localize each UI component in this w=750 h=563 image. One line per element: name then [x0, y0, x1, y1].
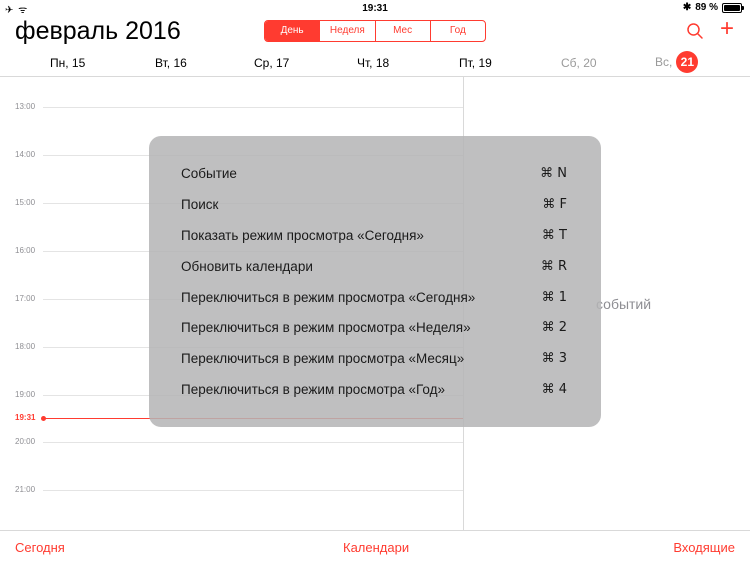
- week-days-row: Пн, 15 Вт, 16 Ср, 17 Чт, 18 Пт, 19 Сб, 2…: [0, 50, 750, 76]
- hour-label: 15:00: [15, 198, 36, 207]
- inbox-button[interactable]: Входящие: [673, 540, 735, 555]
- hour-label: 19:00: [15, 390, 36, 399]
- hour-row: 21:00: [0, 485, 463, 495]
- view-segmented-control: День Неделя Мес Год: [264, 20, 486, 42]
- shortcut-key: ⌘ T: [541, 228, 567, 243]
- hour-label: 20:00: [15, 437, 36, 446]
- shortcut-show-today: Показать режим просмотра «Сегодня» ⌘ T: [181, 228, 567, 248]
- today-button[interactable]: Сегодня: [15, 540, 65, 555]
- day-mon[interactable]: Пн, 15: [50, 56, 85, 70]
- battery-percent: 89 %: [695, 2, 718, 13]
- shortcut-key: ⌘ F: [542, 197, 567, 212]
- shortcut-label: Поиск: [181, 197, 219, 212]
- add-icon[interactable]: +: [720, 17, 734, 41]
- shortcut-label: Показать режим просмотра «Сегодня»: [181, 228, 424, 243]
- day-sun-label: Вс,: [655, 55, 673, 70]
- hour-label: 16:00: [15, 246, 36, 255]
- tab-day[interactable]: День: [265, 21, 320, 41]
- shortcut-key: ⌘ 2: [541, 320, 567, 335]
- shortcut-label: Переключиться в режим просмотра «Сегодня…: [181, 290, 476, 305]
- shortcut-label: Переключиться в режим просмотра «Год»: [181, 382, 446, 397]
- shortcut-month-view: Переключиться в режим просмотра «Месяц» ⌘…: [181, 351, 567, 371]
- shortcut-day-view: Переключиться в режим просмотра «Сегодня…: [181, 290, 567, 310]
- bluetooth-icon: ✱: [682, 2, 692, 13]
- hour-label: 17:00: [15, 294, 36, 303]
- today-badge: 21: [676, 51, 699, 73]
- shortcut-search: Поиск ⌘ F: [181, 197, 567, 217]
- shortcut-key: ⌘ N: [540, 166, 567, 181]
- shortcut-refresh: Обновить календари ⌘ R: [181, 259, 567, 279]
- shortcut-label: Переключиться в режим просмотра «Неделя»: [181, 320, 471, 335]
- status-time: 19:31: [362, 3, 388, 14]
- tab-week[interactable]: Неделя: [319, 21, 374, 41]
- day-tue[interactable]: Вт, 16: [155, 56, 187, 70]
- bottom-toolbar: Сегодня Календари Входящие: [0, 531, 750, 563]
- hour-label: 21:00: [15, 485, 36, 494]
- shortcut-key: ⌘ 4: [541, 382, 567, 397]
- day-thu[interactable]: Чт, 18: [357, 56, 389, 70]
- shortcut-key: ⌘ 3: [541, 351, 567, 366]
- status-right: ✱ 89 %: [682, 2, 744, 13]
- hour-label: 18:00: [15, 342, 36, 351]
- month-title: февраль 2016: [15, 17, 181, 45]
- shortcut-week-view: Переключиться в режим просмотра «Неделя»…: [181, 320, 567, 340]
- keyboard-shortcuts-overlay: Событие ⌘ N Поиск ⌘ F Показать режим просм…: [149, 136, 601, 427]
- battery-icon: [722, 2, 744, 13]
- tab-month[interactable]: Мес: [374, 21, 430, 41]
- status-bar: ✈ ᯤ 19:31 ✱ 89 %: [0, 0, 750, 16]
- tab-year[interactable]: Год: [429, 21, 485, 41]
- day-sat[interactable]: Сб, 20: [561, 56, 597, 70]
- shortcut-key: ⌘ 1: [541, 290, 567, 305]
- no-events-text: событий: [596, 296, 652, 312]
- shortcut-label: Обновить календари: [181, 259, 313, 274]
- hour-label: 14:00: [15, 150, 36, 159]
- day-sun[interactable]: Вс, 21: [655, 51, 699, 74]
- calendars-button[interactable]: Календари: [343, 540, 409, 555]
- day-fri[interactable]: Пт, 19: [459, 56, 492, 70]
- current-time-label: 19:31: [15, 413, 36, 422]
- search-icon[interactable]: [686, 22, 704, 40]
- hour-row: 20:00: [0, 437, 463, 447]
- hour-row: 13:00: [0, 102, 463, 112]
- day-wed[interactable]: Ср, 17: [254, 56, 289, 70]
- shortcut-label: Событие: [181, 166, 237, 181]
- shortcut-label: Переключиться в режим просмотра «Месяц»: [181, 351, 465, 366]
- shortcut-key: ⌘ R: [540, 259, 567, 274]
- shortcut-new-event: Событие ⌘ N: [181, 166, 567, 186]
- shortcut-year-view: Переключиться в режим просмотра «Год» ⌘ 4: [181, 382, 567, 402]
- hour-label: 13:00: [15, 102, 36, 111]
